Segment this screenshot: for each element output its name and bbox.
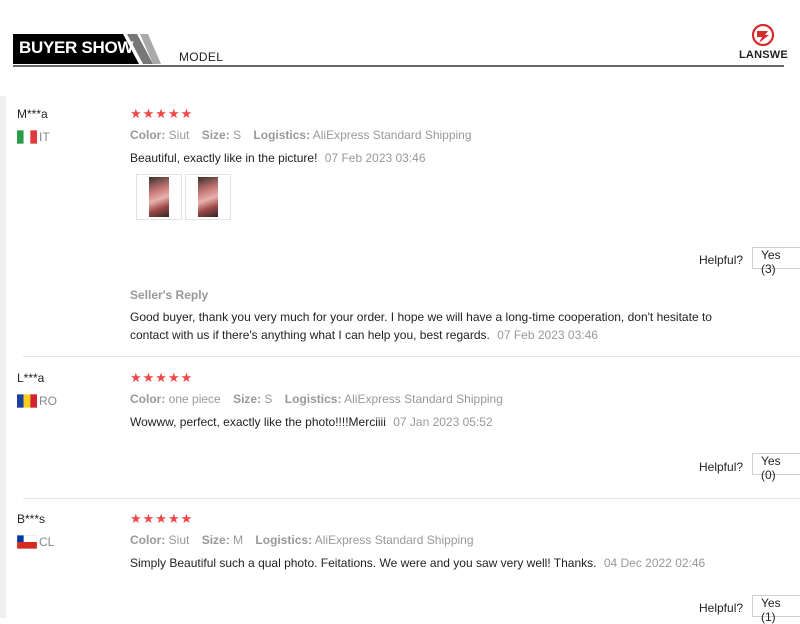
helpful-yes-button[interactable]: Yes (0)	[752, 453, 800, 482]
size-value: M	[233, 533, 244, 547]
country-code: RO	[39, 394, 57, 408]
color-label: Color:	[130, 392, 166, 406]
color-value: Siut	[168, 128, 190, 142]
logistics-label: Logistics:	[284, 392, 342, 406]
logistics-value: AliExpress Standard Shipping	[344, 392, 503, 406]
reviewer-name: M***a	[17, 107, 48, 121]
reviewer-name: B***s	[17, 512, 46, 526]
review-photo	[149, 177, 169, 217]
country-code: CL	[39, 535, 55, 549]
buyer-show-header: BUYER SHOW MODEL LANSWE	[0, 0, 800, 96]
size-value: S	[264, 392, 273, 406]
logistics-value: AliExpress Standard Shipping	[314, 533, 474, 547]
review-attributes: Color: Siut Size: M Logistics: AliExpres…	[130, 533, 474, 547]
helpful-yes-button[interactable]: Yes (3)	[752, 247, 800, 276]
color-label: Color:	[130, 533, 166, 547]
review-photo	[198, 177, 218, 217]
color-value: one piece	[168, 392, 221, 406]
size-label: Size:	[201, 128, 230, 142]
buyer-show-title: BUYER SHOW	[19, 38, 134, 57]
review-body: Simply Beautiful such a qual photo. Feit…	[130, 556, 597, 570]
seller-reply: Good buyer, thank you very much for your…	[130, 308, 750, 344]
chile-flag-icon	[17, 535, 37, 549]
helpful-label: Helpful?	[699, 601, 744, 615]
romania-flag-icon	[17, 394, 37, 408]
review-photo-thumbnail[interactable]	[136, 174, 182, 220]
review-attributes: Color: one piece Size: S Logistics: AliE…	[130, 392, 503, 406]
review-text: Simply Beautiful such a qual photo. Feit…	[130, 556, 705, 570]
seller-reply-text: Good buyer, thank you very much for your…	[130, 310, 712, 342]
review-date: 07 Jan 2023 05:52	[393, 415, 493, 429]
reviewer-name: L***a	[17, 371, 45, 385]
seller-reply-title: Seller's Reply	[130, 288, 209, 302]
left-border	[0, 96, 6, 618]
review-date: 04 Dec 2022 02:46	[603, 556, 706, 570]
tab-model[interactable]: MODEL	[179, 50, 223, 64]
star-rating: ★★★★★	[130, 511, 194, 526]
helpful-label: Helpful?	[699, 460, 744, 474]
seller-reply-date: 07 Feb 2023 03:46	[497, 328, 598, 342]
helpful-yes-button[interactable]: Yes (1)	[752, 595, 800, 624]
italy-flag-icon	[17, 130, 37, 144]
star-rating: ★★★★★	[130, 370, 194, 385]
size-label: Size:	[233, 392, 262, 406]
review-divider	[23, 356, 800, 357]
reviewer-country: RO	[17, 394, 57, 408]
size-label: Size:	[201, 533, 230, 547]
color-label: Color:	[130, 128, 166, 142]
header-divider	[13, 65, 784, 67]
helpful-label: Helpful?	[699, 253, 744, 267]
logistics-label: Logistics:	[253, 128, 311, 142]
brand-name: LANSWE	[739, 49, 788, 61]
review-text: Wowww, perfect, exactly like the photo!!…	[130, 415, 493, 429]
review-body: Beautiful, exactly like in the picture!	[130, 151, 318, 165]
reviewer-country: CL	[17, 535, 54, 549]
review-body: Wowww, perfect, exactly like the photo!!…	[130, 415, 386, 429]
review-divider	[23, 498, 800, 499]
logistics-value: AliExpress Standard Shipping	[312, 128, 472, 142]
color-value: Siut	[168, 533, 190, 547]
reviewer-country: IT	[17, 130, 50, 144]
review-date: 07 Feb 2023 03:46	[324, 151, 426, 165]
review-attributes: Color: Siut Size: S Logistics: AliExpres…	[130, 128, 472, 142]
review-text: Beautiful, exactly like in the picture! …	[130, 151, 426, 165]
star-rating: ★★★★★	[130, 106, 194, 121]
size-value: S	[233, 128, 242, 142]
country-code: IT	[39, 130, 50, 144]
review-photo-thumbnail[interactable]	[185, 174, 231, 220]
logistics-label: Logistics:	[255, 533, 313, 547]
